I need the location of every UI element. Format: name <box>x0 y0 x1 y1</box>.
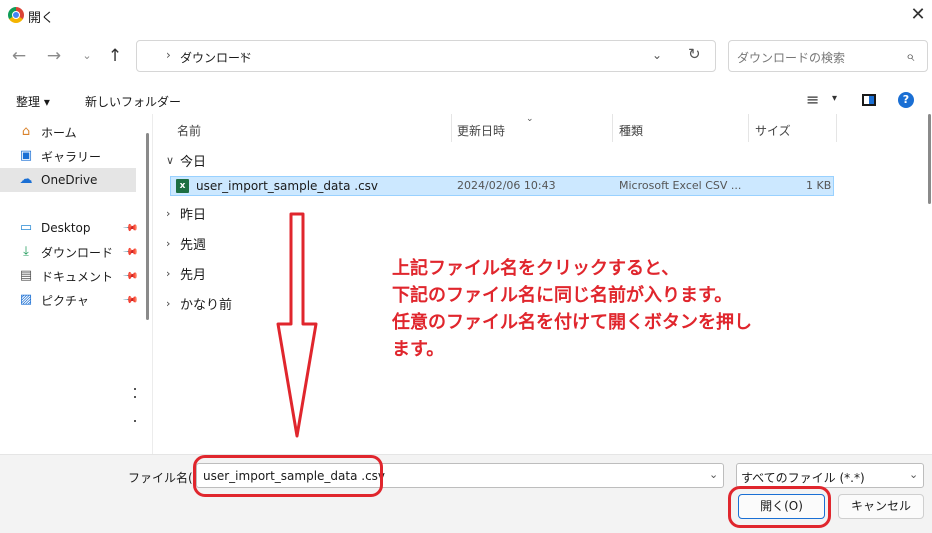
annotation-text: 上記ファイル名をクリックすると、 下記のファイル名に同じ名前が入ります。 任意の… <box>392 255 862 363</box>
annotation-highlight-filename <box>193 455 383 497</box>
annotation-highlight-open <box>728 486 831 528</box>
annotation-line: 任意のファイル名を付けて開くボタンを押し <box>392 312 752 333</box>
annotation-line: ます。 <box>392 339 445 360</box>
down-arrow-icon <box>276 212 318 438</box>
annotation-line: 上記ファイル名をクリックすると、 <box>392 258 680 279</box>
annotation-line: 下記のファイル名に同じ名前が入ります。 <box>392 285 733 306</box>
